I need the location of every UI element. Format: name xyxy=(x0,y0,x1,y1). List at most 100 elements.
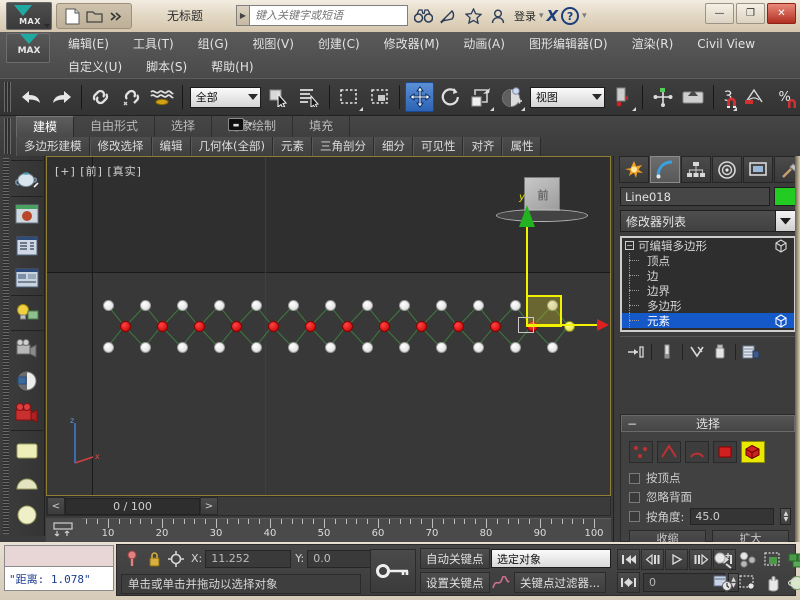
use-pivot-point-center-button[interactable] xyxy=(609,82,638,112)
mesh-vertex-selected[interactable] xyxy=(268,321,279,332)
ribbon-tab-freeform[interactable]: 自由形式 xyxy=(74,116,155,137)
mesh-vertex[interactable] xyxy=(473,300,484,311)
ribbon-tab-populate[interactable]: 填充 xyxy=(293,116,350,137)
mesh-vertex[interactable] xyxy=(103,342,114,353)
go-to-start-button[interactable] xyxy=(617,549,640,570)
menu-application-button[interactable]: MAX xyxy=(6,33,50,63)
mesh-vertex[interactable] xyxy=(251,342,262,353)
menu-item-rendering[interactable]: 渲染(R) xyxy=(620,34,686,54)
mesh-vertex[interactable] xyxy=(288,342,299,353)
stack-item-element[interactable]: 元素 xyxy=(622,313,794,328)
mesh-vertex[interactable] xyxy=(177,300,188,311)
viewport-canvas[interactable]: [+] [前] [真实] 前 y z x xyxy=(47,157,610,495)
element-subobject-button[interactable] xyxy=(741,441,765,463)
key-mode-toggle-button[interactable] xyxy=(617,572,640,593)
orbit-icon[interactable] xyxy=(786,572,800,594)
by-angle-spinner[interactable]: ▲▼ xyxy=(780,508,791,525)
use-center-button[interactable] xyxy=(497,82,526,112)
angle-snap-toggle-button[interactable] xyxy=(740,82,769,112)
stack-item-edge[interactable]: 边 xyxy=(622,268,794,283)
mesh-vertex[interactable] xyxy=(510,342,521,353)
modify-tab[interactable] xyxy=(650,156,680,183)
next-frame-button[interactable]: > xyxy=(200,497,218,515)
mesh-vertex[interactable] xyxy=(177,342,188,353)
stack-item-border[interactable]: 边界 xyxy=(622,283,794,298)
rollout-collapse-icon[interactable]: − xyxy=(627,417,637,431)
play-animation-button[interactable] xyxy=(665,549,688,570)
object-name-field[interactable]: Line018 xyxy=(620,187,770,206)
stack-item-vertex[interactable]: 顶点 xyxy=(622,253,794,268)
select-and-scale-button[interactable] xyxy=(467,82,496,112)
by-vertex-checkbox[interactable] xyxy=(629,473,640,484)
mesh-vertex-selected[interactable] xyxy=(453,321,464,332)
new-file-icon[interactable] xyxy=(61,6,83,26)
mesh-vertex[interactable] xyxy=(288,300,299,311)
exchange-app-store-icon[interactable]: X xyxy=(547,7,559,25)
mesh-vertex[interactable] xyxy=(140,300,151,311)
help-icon[interactable]: ? xyxy=(561,7,579,25)
chevron-down-icon[interactable]: ▾ xyxy=(248,120,253,130)
binoculars-icon[interactable] xyxy=(412,5,434,27)
mesh-vertex[interactable] xyxy=(399,342,410,353)
open-file-icon[interactable] xyxy=(83,6,105,26)
ribbon-panel-edit[interactable]: 编辑 xyxy=(152,137,191,156)
minimize-button[interactable]: — xyxy=(705,3,734,24)
maxscript-mini-listener[interactable]: "距离: 1.078" xyxy=(4,545,114,595)
undo-button[interactable] xyxy=(17,82,46,112)
mesh-vertex-selected[interactable] xyxy=(490,321,501,332)
make-unique-icon[interactable] xyxy=(688,341,708,363)
plane-light-icon[interactable] xyxy=(12,436,42,466)
mesh-vertex-selected[interactable] xyxy=(194,321,205,332)
snaps-toggle-button[interactable]: 3 xyxy=(719,82,738,112)
menu-item-customize[interactable]: 自定义(U) xyxy=(56,57,134,77)
mesh-vertex-selected[interactable] xyxy=(416,321,427,332)
ribbon-tab-selection[interactable]: 选择 xyxy=(155,116,212,137)
render-production-icon[interactable] xyxy=(12,398,42,428)
left-toolbar-grip[interactable] xyxy=(3,158,9,534)
polygon-subobject-button[interactable] xyxy=(713,441,737,463)
ribbon-panel-align[interactable]: 对齐 xyxy=(463,137,502,156)
named-selection-set-combo[interactable]: 选定对象 xyxy=(491,549,611,568)
edge-subobject-button[interactable] xyxy=(657,441,681,463)
previous-frame-button[interactable]: < xyxy=(47,497,65,515)
menu-item-modifiers[interactable]: 修改器(M) xyxy=(372,34,452,54)
ignore-backfacing-checkbox[interactable] xyxy=(629,492,640,503)
ribbon-tab-modeling[interactable]: 建模 xyxy=(16,116,74,137)
menu-item-civil-view[interactable]: Civil View xyxy=(685,34,767,54)
selection-rollout-header[interactable]: − 选择 xyxy=(621,415,795,432)
unlink-selection-icon[interactable] xyxy=(118,82,147,112)
percent-snap-toggle-button[interactable]: % xyxy=(770,82,799,112)
search-dropdown-icon[interactable]: ▶ xyxy=(237,6,250,25)
ignore-backfacing-checkbox-row[interactable]: 忽略背面 xyxy=(629,489,692,505)
toolbar-grip[interactable] xyxy=(4,82,11,112)
menu-item-graph-editors[interactable]: 图形编辑器(D) xyxy=(517,34,620,54)
show-end-result-icon[interactable] xyxy=(657,341,677,363)
mesh-vertex[interactable] xyxy=(547,342,558,353)
time-configuration-icon[interactable] xyxy=(711,572,734,594)
selection-lock-icon[interactable] xyxy=(121,548,143,570)
camera-icon[interactable] xyxy=(12,334,42,364)
stack-item-polygon[interactable]: 多边形 xyxy=(622,298,794,313)
mesh-vertex[interactable] xyxy=(473,342,484,353)
rendered-frame-window-icon[interactable] xyxy=(12,263,42,293)
window-crossing-toggle-button[interactable] xyxy=(366,82,395,112)
mesh-vertex[interactable] xyxy=(325,342,336,353)
sphere-light-icon[interactable] xyxy=(12,500,42,530)
frame-readout[interactable]: 0 / 100 xyxy=(65,498,200,515)
mesh-vertex[interactable] xyxy=(399,300,410,311)
mesh-vertex-selected[interactable] xyxy=(231,321,242,332)
auto-key-button[interactable]: 自动关键点 xyxy=(420,548,490,569)
select-and-move-button[interactable] xyxy=(405,82,434,112)
select-object-button[interactable] xyxy=(265,82,294,112)
viewcube-compass-ring[interactable] xyxy=(496,209,588,222)
open-mini-curve-editor-icon[interactable] xyxy=(50,521,76,539)
mesh-vertex[interactable] xyxy=(362,300,373,311)
select-and-rotate-button[interactable] xyxy=(436,82,465,112)
ribbon-panel-properties[interactable]: 属性 xyxy=(502,137,541,156)
configure-modifier-sets-icon[interactable] xyxy=(741,341,761,363)
zoom-region-icon[interactable] xyxy=(736,572,759,594)
login-label[interactable]: 登录 xyxy=(514,8,536,24)
help-dropdown-icon[interactable]: ▾ xyxy=(582,11,587,21)
select-by-name-button[interactable] xyxy=(295,82,324,112)
gizmo-x-axis[interactable] xyxy=(526,324,598,326)
